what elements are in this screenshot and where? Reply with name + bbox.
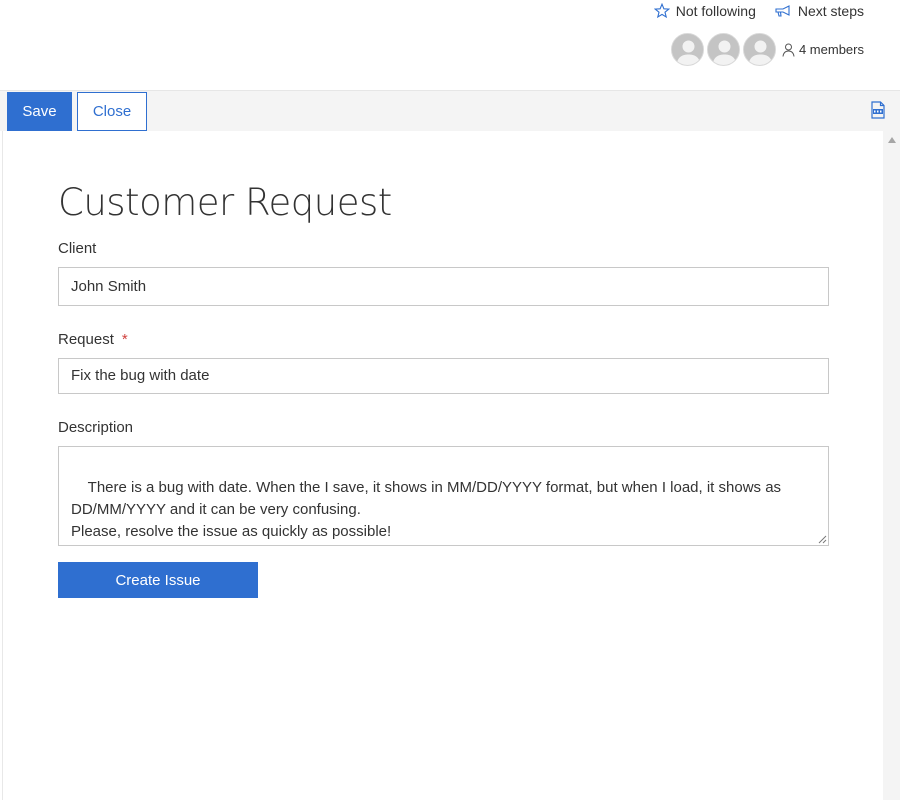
- client-label: Client: [58, 240, 96, 257]
- request-field[interactable]: Fix the bug with date: [58, 358, 829, 394]
- user-silhouette-icon: [743, 34, 775, 65]
- request-label-text: Request: [58, 331, 114, 348]
- close-button[interactable]: Close: [77, 92, 147, 131]
- members-label: 4 members: [798, 42, 864, 57]
- page-title: Customer Request: [58, 181, 392, 224]
- members-row: 4 members: [668, 33, 864, 66]
- next-steps-button[interactable]: Next steps: [774, 2, 864, 20]
- megaphone-icon: [775, 5, 790, 17]
- description-text: There is a bug with date. When the I sav…: [71, 479, 782, 540]
- create-issue-button[interactable]: Create Issue: [58, 562, 258, 598]
- vertical-scrollbar[interactable]: [883, 131, 900, 800]
- scroll-up-arrow-icon[interactable]: [888, 137, 896, 143]
- follow-label: Not following: [675, 3, 756, 19]
- description-label-text: Description: [58, 419, 134, 436]
- star-outline-icon: [653, 3, 670, 19]
- avatar[interactable]: [706, 33, 740, 66]
- form-panel: Customer Request Client John Smith Reque…: [2, 131, 883, 800]
- request-label: Request *: [58, 331, 128, 348]
- avatar[interactable]: [670, 33, 704, 66]
- required-marker: *: [121, 331, 128, 348]
- save-button[interactable]: Save: [7, 92, 72, 131]
- avatar[interactable]: [742, 33, 776, 66]
- members-link[interactable]: 4 members: [782, 42, 864, 57]
- person-icon: [782, 43, 795, 57]
- next-steps-label: Next steps: [797, 3, 864, 19]
- command-bar: Save Close: [0, 90, 900, 131]
- client-field[interactable]: John Smith: [58, 267, 829, 306]
- description-textarea[interactable]: There is a bug with date. When the I sav…: [58, 446, 829, 546]
- client-label-text: Client: [58, 240, 97, 257]
- pdf-icon[interactable]: [870, 101, 886, 119]
- description-label: Description: [58, 419, 133, 436]
- user-silhouette-icon: [707, 34, 739, 65]
- follow-toggle[interactable]: Not following: [653, 2, 756, 20]
- user-silhouette-icon: [671, 34, 703, 65]
- header-actions: Not following Next steps: [653, 2, 864, 20]
- resize-grip-icon[interactable]: [818, 535, 827, 544]
- top-header: Not following Next steps 4 members: [0, 0, 900, 90]
